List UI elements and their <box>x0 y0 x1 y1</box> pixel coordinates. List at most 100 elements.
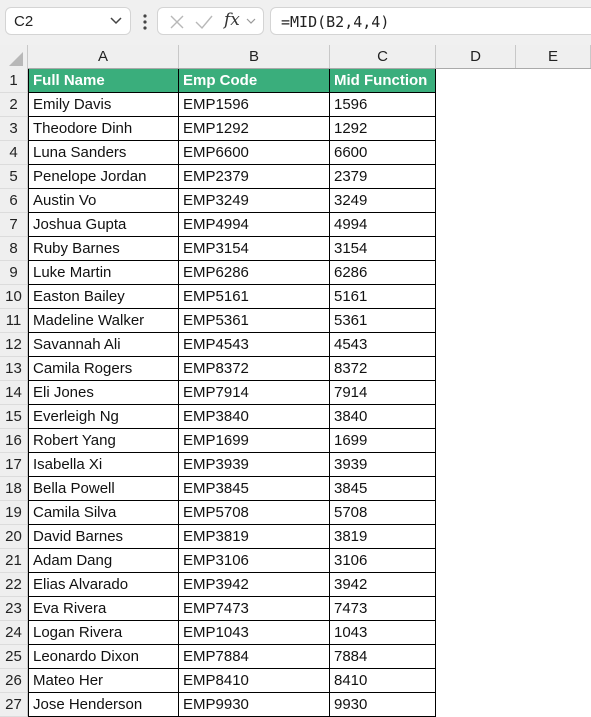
table-cell[interactable]: 1043 <box>330 621 436 645</box>
table-cell[interactable]: Mateo Her <box>28 669 179 693</box>
table-cell[interactable]: EMP5708 <box>179 501 330 525</box>
row-header-11[interactable]: 11 <box>0 309 28 333</box>
table-cell[interactable]: 9930 <box>330 693 436 717</box>
table-cell[interactable]: Eli Jones <box>28 381 179 405</box>
table-cell[interactable]: EMP3819 <box>179 525 330 549</box>
table-cell[interactable]: EMP3942 <box>179 573 330 597</box>
row-header-20[interactable]: 20 <box>0 525 28 549</box>
table-cell[interactable]: EMP4994 <box>179 213 330 237</box>
table-cell[interactable]: 3819 <box>330 525 436 549</box>
table-cell[interactable]: EMP7884 <box>179 645 330 669</box>
name-box[interactable]: C2 <box>5 7 131 35</box>
table-cell[interactable]: 5708 <box>330 501 436 525</box>
table-cell[interactable]: 7914 <box>330 381 436 405</box>
table-cell[interactable]: EMP3840 <box>179 405 330 429</box>
row-header-6[interactable]: 6 <box>0 189 28 213</box>
table-cell[interactable]: 5361 <box>330 309 436 333</box>
table-cell[interactable]: Austin Vo <box>28 189 179 213</box>
table-cell[interactable]: EMP8410 <box>179 669 330 693</box>
table-cell[interactable]: Ruby Barnes <box>28 237 179 261</box>
table-cell[interactable]: Robert Yang <box>28 429 179 453</box>
table-cell[interactable]: 1596 <box>330 93 436 117</box>
table-cell[interactable]: 3106 <box>330 549 436 573</box>
table-cell[interactable]: 8410 <box>330 669 436 693</box>
table-cell[interactable]: EMP3845 <box>179 477 330 501</box>
table-cell[interactable]: 4543 <box>330 333 436 357</box>
row-header-8[interactable]: 8 <box>0 237 28 261</box>
table-cell[interactable]: Isabella Xi <box>28 453 179 477</box>
table-cell[interactable]: Eva Rivera <box>28 597 179 621</box>
row-header-15[interactable]: 15 <box>0 405 28 429</box>
table-cell[interactable]: Emily Davis <box>28 93 179 117</box>
row-header-23[interactable]: 23 <box>0 597 28 621</box>
row-header-1[interactable]: 1 <box>0 69 28 93</box>
table-cell[interactable]: EMP3106 <box>179 549 330 573</box>
table-cell[interactable]: EMP8372 <box>179 357 330 381</box>
table-cell[interactable]: 5161 <box>330 285 436 309</box>
table-cell[interactable]: EMP1292 <box>179 117 330 141</box>
table-cell[interactable]: EMP7473 <box>179 597 330 621</box>
column-header-d[interactable]: D <box>436 45 516 69</box>
table-cell[interactable]: Jose Henderson <box>28 693 179 717</box>
formula-input[interactable]: =MID(B2,4,4) <box>270 7 591 35</box>
chevron-down-icon[interactable] <box>245 16 257 26</box>
table-cell[interactable]: Luna Sanders <box>28 141 179 165</box>
row-header-7[interactable]: 7 <box>0 213 28 237</box>
table-cell[interactable]: 3845 <box>330 477 436 501</box>
enter-icon[interactable] <box>194 13 214 31</box>
row-header-17[interactable]: 17 <box>0 453 28 477</box>
table-cell[interactable]: 7884 <box>330 645 436 669</box>
table-cell[interactable]: Logan Rivera <box>28 621 179 645</box>
table-cell[interactable]: EMP5361 <box>179 309 330 333</box>
more-options-icon[interactable] <box>142 12 148 32</box>
row-header-16[interactable]: 16 <box>0 429 28 453</box>
row-header-12[interactable]: 12 <box>0 333 28 357</box>
column-header-c[interactable]: C <box>330 45 436 69</box>
row-header-27[interactable]: 27 <box>0 693 28 717</box>
table-cell[interactable]: Leonardo Dixon <box>28 645 179 669</box>
column-header-b[interactable]: B <box>179 45 330 69</box>
row-header-19[interactable]: 19 <box>0 501 28 525</box>
table-cell[interactable]: EMP7914 <box>179 381 330 405</box>
table-cell[interactable]: 6286 <box>330 261 436 285</box>
table-cell[interactable]: Penelope Jordan <box>28 165 179 189</box>
table-cell[interactable]: EMP6600 <box>179 141 330 165</box>
table-cell[interactable]: 8372 <box>330 357 436 381</box>
select-all-button[interactable] <box>0 45 28 69</box>
table-cell[interactable]: 4994 <box>330 213 436 237</box>
column-header-e[interactable]: E <box>516 45 591 69</box>
table-cell[interactable]: Luke Martin <box>28 261 179 285</box>
table-cell[interactable]: EMP3939 <box>179 453 330 477</box>
table-cell[interactable]: 3249 <box>330 189 436 213</box>
table-cell[interactable]: 1292 <box>330 117 436 141</box>
table-cell[interactable]: EMP4543 <box>179 333 330 357</box>
column-header-a[interactable]: A <box>28 45 179 69</box>
table-cell[interactable]: David Barnes <box>28 525 179 549</box>
row-header-22[interactable]: 22 <box>0 573 28 597</box>
table-cell[interactable]: Madeline Walker <box>28 309 179 333</box>
table-cell[interactable]: 7473 <box>330 597 436 621</box>
row-header-24[interactable]: 24 <box>0 621 28 645</box>
header-cell[interactable]: Emp Code <box>179 69 330 93</box>
row-header-26[interactable]: 26 <box>0 669 28 693</box>
table-cell[interactable]: EMP1043 <box>179 621 330 645</box>
table-cell[interactable]: Camila Silva <box>28 501 179 525</box>
table-cell[interactable]: EMP3249 <box>179 189 330 213</box>
row-header-2[interactable]: 2 <box>0 93 28 117</box>
table-cell[interactable]: EMP2379 <box>179 165 330 189</box>
table-cell[interactable]: Elias Alvarado <box>28 573 179 597</box>
header-cell[interactable]: Mid Function <box>330 69 436 93</box>
row-header-4[interactable]: 4 <box>0 141 28 165</box>
table-cell[interactable]: EMP1596 <box>179 93 330 117</box>
table-cell[interactable]: Joshua Gupta <box>28 213 179 237</box>
table-cell[interactable]: Everleigh Ng <box>28 405 179 429</box>
cancel-icon[interactable] <box>168 13 186 31</box>
table-cell[interactable]: EMP5161 <box>179 285 330 309</box>
row-header-5[interactable]: 5 <box>0 165 28 189</box>
table-cell[interactable]: 3840 <box>330 405 436 429</box>
row-header-25[interactable]: 25 <box>0 645 28 669</box>
row-header-14[interactable]: 14 <box>0 381 28 405</box>
row-header-10[interactable]: 10 <box>0 285 28 309</box>
table-cell[interactable]: 3942 <box>330 573 436 597</box>
table-cell[interactable]: Camila Rogers <box>28 357 179 381</box>
